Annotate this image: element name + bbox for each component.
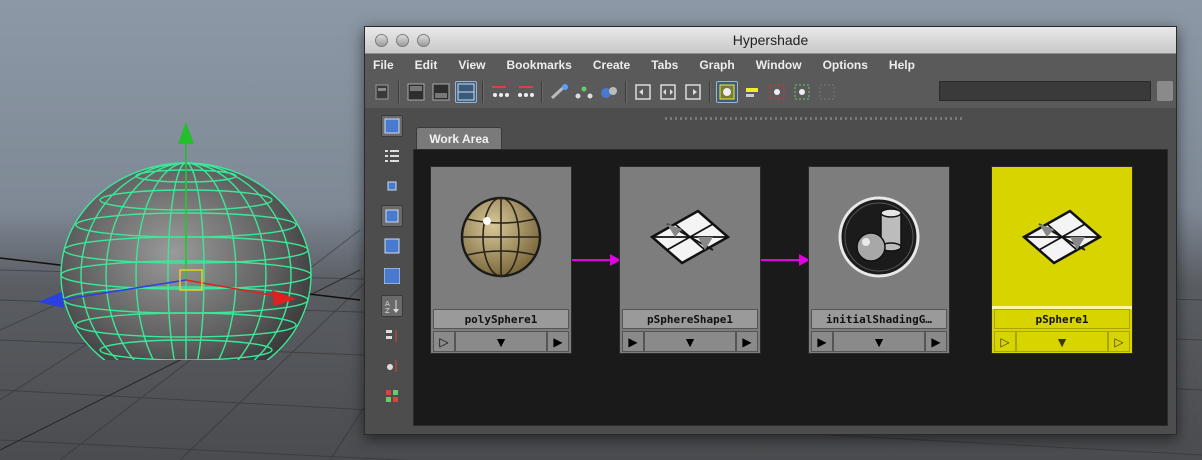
node-swatch — [431, 167, 571, 307]
all-attributes-icon[interactable] — [791, 81, 813, 103]
menu-bookmarks[interactable]: Bookmarks — [504, 58, 573, 72]
sort-order-icon[interactable] — [381, 385, 403, 407]
expand-attributes-button[interactable]: ▼ — [644, 331, 736, 352]
mesh-shape-icon — [649, 209, 731, 265]
input-port[interactable]: ▷ — [994, 331, 1016, 352]
toolbar-separator — [625, 81, 627, 103]
toolbar-separator — [398, 81, 400, 103]
search-field[interactable] — [939, 81, 1151, 101]
bottom-tabs-layout-button[interactable] — [430, 81, 452, 103]
custom-attributes-icon[interactable] — [816, 81, 838, 103]
output-port[interactable]: ▷ — [1108, 331, 1130, 352]
node-swatch — [620, 167, 760, 307]
node-psphere1[interactable]: pSphere1 ▷ ▼ ▷ — [991, 166, 1133, 354]
small-icons-icon[interactable] — [381, 175, 403, 197]
rearrange-graph-icon[interactable] — [573, 81, 595, 103]
toggle-panel-button[interactable] — [371, 81, 393, 103]
sort-by-type-icon[interactable] — [381, 325, 403, 347]
toolbar-separator — [709, 81, 711, 103]
list-view-icon[interactable] — [381, 145, 403, 167]
node-initialshadinggroup[interactable]: initialShadingG… ▶ ▼ ▶ — [808, 166, 950, 354]
toolbar-separator — [541, 81, 543, 103]
menu-options[interactable]: Options — [821, 58, 870, 72]
node-label: initialShadingG… — [811, 309, 947, 329]
output-only-icon[interactable] — [682, 81, 704, 103]
clear-graph-icon[interactable] — [548, 81, 570, 103]
sphere-object[interactable] — [18, 110, 358, 360]
menu-graph[interactable]: Graph — [697, 58, 736, 72]
graph-view-icon[interactable] — [381, 115, 403, 137]
swatch-display-icon[interactable] — [716, 81, 738, 103]
node-label: pSphereShape1 — [622, 309, 758, 329]
connected-attributes-icon[interactable] — [766, 81, 788, 103]
split-layout-button[interactable] — [455, 81, 477, 103]
output-port[interactable]: ▶ — [736, 331, 758, 352]
menu-edit[interactable]: Edit — [413, 58, 440, 72]
tab-work-area[interactable]: Work Area — [416, 127, 502, 149]
poly-sphere-icon — [460, 196, 542, 278]
toolbar-separator — [482, 81, 484, 103]
mesh-transform-icon — [1021, 209, 1103, 265]
menu-bar: File Edit View Bookmarks Create Tabs Gra… — [365, 54, 1176, 76]
work-area-canvas[interactable]: polySphere1 ▷ ▼ ▶ pSphereShape1 ▶ ▼ ▶ in… — [413, 149, 1168, 426]
graph-materials-icon[interactable] — [598, 81, 620, 103]
node-swatch — [809, 167, 949, 307]
top-tabs-layout-button[interactable] — [405, 81, 427, 103]
large-icons-icon[interactable] — [381, 235, 403, 257]
node-label: pSphere1 — [994, 309, 1130, 329]
input-only-icon[interactable] — [632, 81, 654, 103]
output-port[interactable]: ▶ — [547, 331, 569, 352]
svg-text:Z: Z — [385, 307, 390, 314]
expand-attributes-button[interactable]: ▼ — [833, 331, 925, 352]
expand-attributes-button[interactable]: ▼ — [1016, 331, 1108, 352]
menu-help[interactable]: Help — [887, 58, 917, 72]
medium-icons-icon[interactable] — [381, 205, 403, 227]
output-connections-icon[interactable] — [514, 81, 536, 103]
simple-display-icon[interactable] — [741, 81, 763, 103]
hypershade-window[interactable]: Hypershade File Edit View Bookmarks Crea… — [364, 26, 1177, 435]
menu-file[interactable]: File — [371, 58, 396, 72]
tab-toolbar: AZ — [377, 115, 407, 425]
menu-window[interactable]: Window — [754, 58, 804, 72]
input-output-icon[interactable] — [657, 81, 679, 103]
menu-tabs[interactable]: Tabs — [649, 58, 680, 72]
output-port[interactable]: ▶ — [925, 331, 947, 352]
toolbar-end-button[interactable] — [1157, 81, 1173, 101]
extra-large-icons-icon[interactable] — [381, 265, 403, 287]
menu-view[interactable]: View — [456, 58, 487, 72]
input-port[interactable]: ▶ — [622, 331, 644, 352]
input-port[interactable]: ▷ — [433, 331, 455, 352]
sort-by-name-icon[interactable]: AZ — [381, 295, 403, 317]
title-bar[interactable]: Hypershade — [365, 27, 1176, 54]
input-port[interactable]: ▶ — [811, 331, 833, 352]
node-polysphere1[interactable]: polySphere1 ▷ ▼ ▶ — [430, 166, 572, 354]
sort-by-time-icon[interactable] — [381, 355, 403, 377]
expand-attributes-button[interactable]: ▼ — [455, 331, 547, 352]
pane-splitter[interactable] — [665, 117, 965, 120]
toolbar — [365, 76, 1176, 108]
window-title: Hypershade — [732, 32, 809, 48]
input-connections-icon[interactable] — [489, 81, 511, 103]
shading-group-icon — [838, 196, 920, 278]
node-label: polySphere1 — [433, 309, 569, 329]
menu-create[interactable]: Create — [591, 58, 632, 72]
node-psphereshape1[interactable]: pSphereShape1 ▶ ▼ ▶ — [619, 166, 761, 354]
node-swatch — [992, 167, 1132, 307]
